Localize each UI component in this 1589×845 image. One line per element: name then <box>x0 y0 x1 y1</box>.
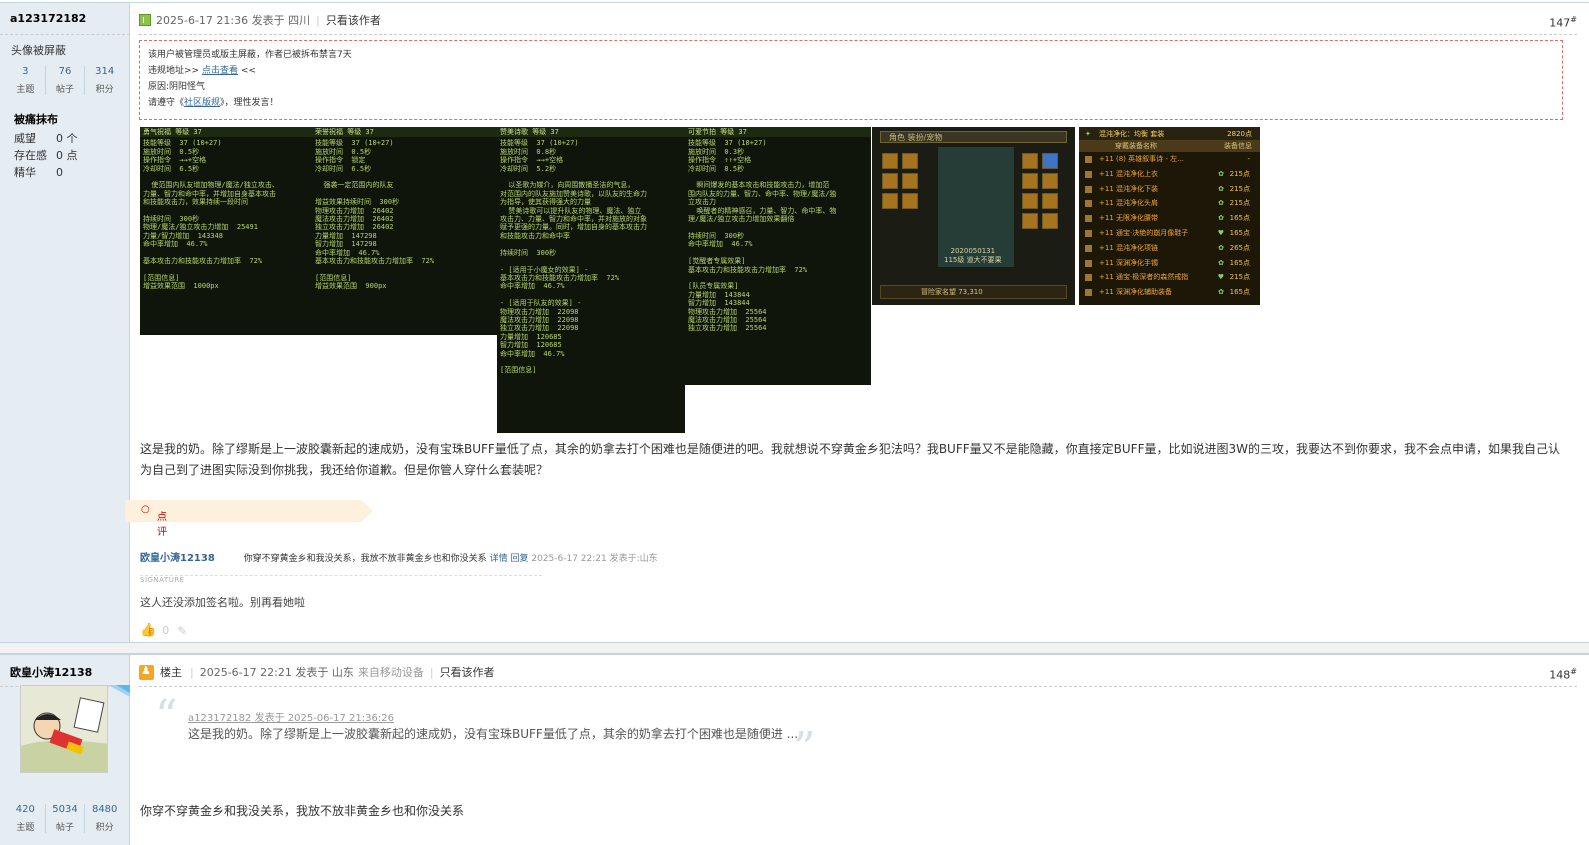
equip-row: +11 深渊净化辅助装备 ✿ 165点 <box>1079 285 1260 300</box>
post-time: 2025-6-17 21:36 发表于 四川 <box>156 14 311 27</box>
post-header: 2025-6-17 21:36 发表于 四川 | 只看该作者 147# <box>139 3 1577 35</box>
attr-prestige: 威望 0 个 <box>14 132 78 145</box>
device-label: 来自移动设备 <box>357 666 424 679</box>
character-tabs: 角色 装扮/宠物 <box>880 131 1067 143</box>
post-body: 这是我的奶。除了缪斯是上一波胶囊新起的速成奶，没有宝珠BUFF量低了点，其余的奶… <box>140 442 1560 477</box>
equip-row: +11 无限净化腰带 ✿ 165点 <box>1079 211 1260 226</box>
stat-posts[interactable]: 76 帖子 <box>44 66 85 95</box>
signature-label: SIGNATURE <box>140 576 185 584</box>
attached-screenshots: 勇气祝福 等级 37 技能等级 37 (10+27) 施放时间 0.5秒 操作指令… <box>140 127 1261 433</box>
user-group: 被痛抹布 <box>14 113 58 126</box>
attr-digest: 精华 0 <box>14 166 63 179</box>
skill-screenshot-2[interactable]: 荣誉祝福 等级 37 技能等级 37 (10+27) 施放时间 0.5秒 操作指令… <box>312 127 498 335</box>
post-main: 2025-6-17 21:36 发表于 四川 | 只看该作者 147# 该用户被… <box>125 3 1589 642</box>
rate-label[interactable]: ○ 点评 <box>141 504 167 538</box>
equip-columns: 穿戴装备名称 装备信息 <box>1079 141 1260 152</box>
equipment-screenshot[interactable]: 混沌净化：均衡 套装2820点 穿戴装备名称装备信息 +11 (8) 英雄叙事诗… <box>1079 127 1260 305</box>
view-violation-link[interactable]: 点击查看 <box>202 66 238 76</box>
author-sidebar: a123172182 头像被屏蔽 3 主题 76 帖子 314 积分 被痛抹布 威望 0… <box>0 3 130 642</box>
vote-bar: 👍 0 ✎ <box>140 623 187 638</box>
character-caption: 2020050131 115级 道大不要果 <box>944 247 1002 264</box>
role-label: 楼主 <box>160 666 182 679</box>
post-separator <box>0 642 1589 654</box>
attr-presence: 存在感 0 点 <box>14 149 78 162</box>
post-header: 楼主 | 2025-6-17 22:21 发表于 山东 来自移动设备 | 只看该… <box>139 655 1577 687</box>
character-screenshot[interactable]: 角色 装扮/宠物 2020050131 115级 道大不要果 冒险家名望 73,… <box>872 127 1075 305</box>
equip-row: +11 混沌净化下装 ✿ 215点 <box>1079 182 1260 197</box>
comment-author[interactable]: 欧皇小涛12138 <box>140 553 215 564</box>
equip-row: +11 通宝·决绝的崩月像鞋子 ♥ 165点 <box>1079 226 1260 241</box>
post-time: 2025-6-17 22:21 发表于 山东 <box>199 666 354 679</box>
online-status-icon <box>139 14 151 26</box>
rate-button[interactable]: ○ 点评 <box>125 500 373 538</box>
adventure-fame: 冒险家名望 73,310 <box>880 285 1067 299</box>
author-stats: 3 主题 76 帖子 314 积分 <box>6 66 124 95</box>
post-147: a123172182 头像被屏蔽 3 主题 76 帖子 314 积分 被痛抹布 威望 0… <box>0 2 1589 642</box>
community-rules-link[interactable]: 社区版规 <box>184 98 220 108</box>
thread-starter-icon <box>139 664 154 680</box>
skill-screenshot-4[interactable]: 可爱节拍 等级 37 技能等级 37 (10+27) 施放时间 0.3秒 操作指令… <box>685 127 871 385</box>
thumbs-down-icon[interactable]: ✎ <box>177 624 187 638</box>
divider <box>0 34 130 35</box>
quote-header-link[interactable]: a123172182 发表于 2025-06-17 21:36:26 <box>188 709 394 724</box>
author-sidebar: 欧皇小涛12138 420 主题 5034 帖子 8480 积分 <box>0 655 130 845</box>
close-quote-icon: ” <box>793 723 816 774</box>
floor-number[interactable]: 148# <box>1549 667 1577 682</box>
avatar-blocked-note: 头像被屏蔽 <box>11 44 66 57</box>
equip-row: +11 (8) 英雄叙事诗 - 左... - <box>1079 152 1260 167</box>
quote-block: “ a123172182 发表于 2025-06-17 21:36:26 这是我… <box>155 695 816 771</box>
equip-row: +11 混沌净化头肩 ✿ 215点 <box>1079 196 1260 211</box>
equip-row: +11 混沌净化项链 ✿ 265点 <box>1079 241 1260 256</box>
post-body: 你穿不穿黄金乡和我没关系，我放不放非黄金乡也和你没关系 <box>140 804 465 818</box>
comment-item: 欧皇小涛12138 你穿不穿黄金乡和我没关系，我放不放非黄金乡也和你没关系 详情… <box>140 549 658 564</box>
badge-ribbon-icon <box>108 685 130 697</box>
skill-screenshot-1[interactable]: 勇气祝福 等级 37 技能等级 37 (10+27) 施放时间 0.5秒 操作指令… <box>140 127 312 335</box>
post-main: 楼主 | 2025-6-17 22:21 发表于 山东 来自移动设备 | 只看该… <box>131 655 1589 845</box>
signature-text: 这人还没添加签名啦。别再看她啦 <box>140 596 305 609</box>
only-author-link[interactable]: 只看该作者 <box>326 12 381 28</box>
stat-posts[interactable]: 5034 帖子 <box>44 804 85 833</box>
comment-meta: 2025-6-17 22:21 发表于:山东 <box>531 554 658 564</box>
vote-count: 0 <box>162 624 170 637</box>
ban-notice: 该用户被管理员或版主屏蔽，作者已被拆布禁言7天 违规地址>> 点击查看 << 原… <box>139 40 1563 120</box>
ban-reason: 原因:阴阳怪气 <box>148 82 206 92</box>
thumbs-up-icon[interactable]: 👍 <box>140 623 156 638</box>
author-name[interactable]: a123172182 <box>10 12 86 25</box>
rules-reminder: 请遵守《社区版规》，理性发言！ <box>148 98 279 108</box>
stat-credits[interactable]: 314 积分 <box>84 66 124 95</box>
avatar[interactable] <box>20 685 130 775</box>
floor-number[interactable]: 147# <box>1549 15 1577 30</box>
avatar-image <box>20 685 108 773</box>
author-name[interactable]: 欧皇小涛12138 <box>10 664 92 680</box>
stat-credits[interactable]: 8480 积分 <box>84 804 124 833</box>
comment-text: 你穿不穿黄金乡和我没关系，我放不放非黄金乡也和你没关系 <box>243 554 487 564</box>
stat-threads[interactable]: 420 主题 <box>6 804 45 833</box>
comment-detail-link[interactable]: 详情 <box>490 554 508 564</box>
quote-text: 这是我的奶。除了缪斯是上一波胶囊新起的速成奶，没有宝珠BUFF量低了点，其余的奶… <box>188 727 799 741</box>
equip-header: 混沌净化：均衡 套装2820点 <box>1079 127 1260 141</box>
skill-screenshot-3[interactable]: 赞美诗歌 等级 37 技能等级 37 (10+27) 施放时间 0.8秒 操作指令… <box>497 127 685 433</box>
violation-address: 违规地址>> 点击查看 << <box>148 66 256 76</box>
only-author-link[interactable]: 只看该作者 <box>440 664 495 680</box>
comment-reply-link[interactable]: 回复 <box>510 554 528 564</box>
equip-row: +11 通宝·极深者的森然戒指 ♥ 215点 <box>1079 270 1260 285</box>
stat-threads[interactable]: 3 主题 <box>6 66 45 95</box>
equip-row: +11 深渊净化手镯 ✿ 165点 <box>1079 256 1260 271</box>
signature-divider <box>140 575 542 576</box>
open-quote-icon: “ <box>155 691 178 742</box>
author-stats: 420 主题 5034 帖子 8480 积分 <box>6 804 124 833</box>
equip-row: +11 混沌净化上衣 ✿ 215点 <box>1079 167 1260 182</box>
post-148: 欧皇小涛12138 420 主题 5034 帖子 8480 积分 ♟ 楼主 | … <box>0 654 1589 845</box>
ban-notice-line: 该用户被管理员或版主屏蔽，作者已被拆布禁言7天 <box>148 50 352 60</box>
